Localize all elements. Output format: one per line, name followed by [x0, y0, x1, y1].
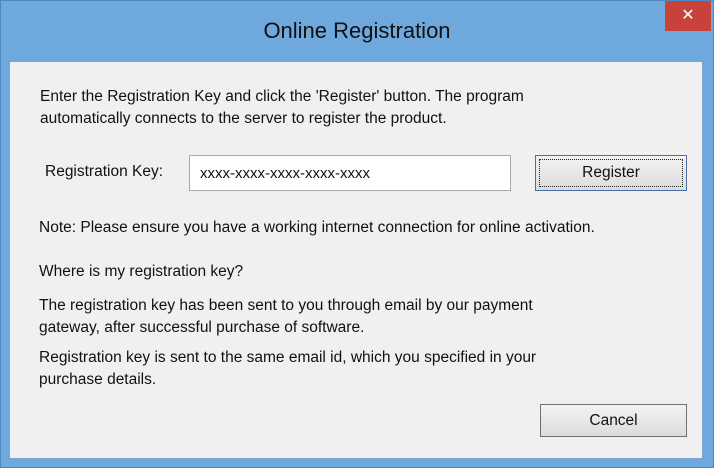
registration-key-label: Registration Key: — [45, 163, 164, 180]
close-button[interactable]: ✕ — [665, 1, 711, 31]
window-title: Online Registration — [263, 18, 451, 43]
help-paragraph-1-line-2: gateway, after successful purchase of so… — [39, 319, 365, 336]
intro-text-line-1: Enter the Registration Key and click the… — [40, 88, 524, 105]
registration-key-input[interactable] — [189, 155, 511, 191]
online-registration-window: Online Registration ✕ Enter the Registra… — [0, 0, 714, 468]
cancel-button[interactable]: Cancel — [540, 404, 687, 437]
cancel-button-label: Cancel — [589, 412, 638, 429]
intro-text-line-2: automatically connects to the server to … — [40, 110, 447, 127]
title-bar[interactable]: Online Registration ✕ — [1, 1, 713, 61]
register-button[interactable]: Register — [535, 155, 687, 191]
help-paragraph-2-line-1: Registration key is sent to the same ema… — [39, 349, 537, 366]
close-icon: ✕ — [681, 7, 695, 24]
help-paragraph-2-line-2: purchase details. — [39, 371, 157, 388]
connection-note: Note: Please ensure you have a working i… — [39, 219, 595, 236]
help-question: Where is my registration key? — [39, 263, 244, 280]
help-paragraph-1-line-1: The registration key has been sent to yo… — [39, 297, 533, 314]
dialog-body: Enter the Registration Key and click the… — [9, 61, 703, 459]
register-button-label: Register — [582, 164, 640, 181]
